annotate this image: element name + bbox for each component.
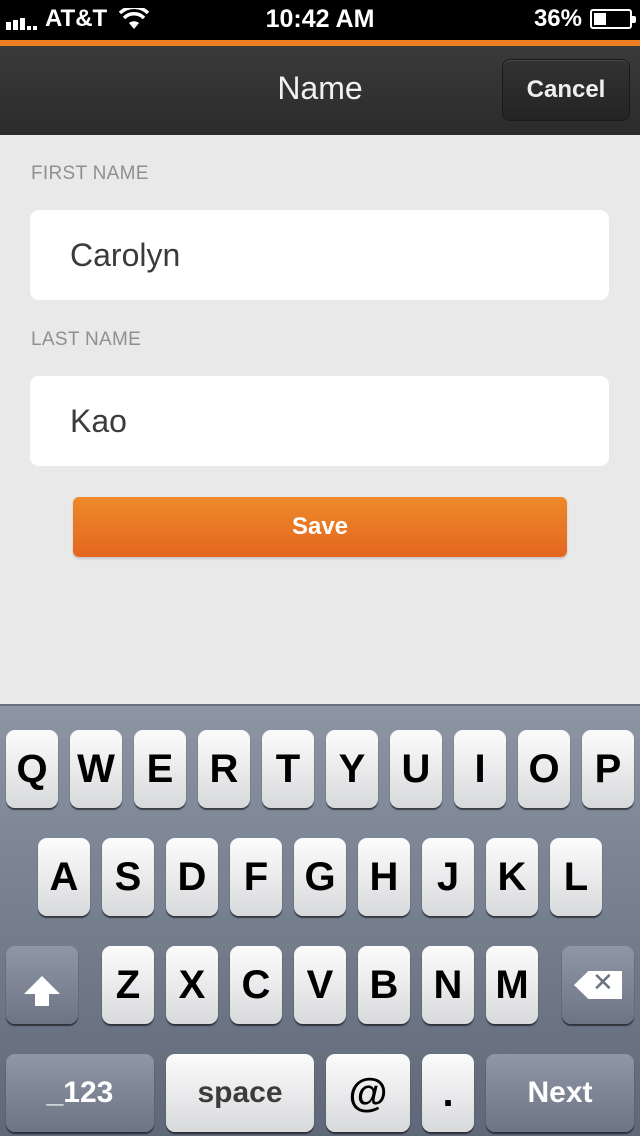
key-r[interactable]: R: [198, 730, 250, 808]
key-w[interactable]: W: [70, 730, 122, 808]
first-name-label: FIRST NAME: [31, 163, 149, 184]
key-t[interactable]: T: [262, 730, 314, 808]
key-j[interactable]: J: [422, 838, 474, 916]
key-m[interactable]: M: [486, 946, 538, 1024]
key-z[interactable]: Z: [102, 946, 154, 1024]
key-a[interactable]: A: [38, 838, 90, 916]
key-s[interactable]: S: [102, 838, 154, 916]
key-c[interactable]: C: [230, 946, 282, 1024]
battery-icon: [590, 9, 636, 29]
key-v[interactable]: V: [294, 946, 346, 1024]
last-name-label: LAST NAME: [31, 329, 142, 350]
space-key[interactable]: space: [166, 1054, 314, 1132]
key-i[interactable]: I: [454, 730, 506, 808]
status-right: 36%: [533, 5, 636, 33]
key-p[interactable]: P: [582, 730, 634, 808]
key-d[interactable]: D: [166, 838, 218, 916]
keyboard: Q W E R T Y U I O P A S D F G H J K L Z …: [0, 704, 640, 1136]
key-o[interactable]: O: [518, 730, 570, 808]
save-button[interactable]: Save: [73, 497, 567, 557]
numbers-key[interactable]: _123: [6, 1054, 154, 1132]
at-key[interactable]: @: [326, 1054, 410, 1132]
key-x[interactable]: X: [166, 946, 218, 1024]
first-name-input[interactable]: [30, 210, 609, 300]
key-k[interactable]: K: [486, 838, 538, 916]
shift-key[interactable]: [6, 946, 78, 1024]
last-name-input[interactable]: [30, 376, 609, 466]
key-g[interactable]: G: [294, 838, 346, 916]
key-y[interactable]: Y: [326, 730, 378, 808]
key-f[interactable]: F: [230, 838, 282, 916]
backspace-key[interactable]: ✕: [562, 946, 634, 1024]
nav-bar: Name Cancel: [0, 40, 640, 135]
battery-percent: 36%: [533, 5, 582, 32]
first-name-field-container: [30, 210, 609, 300]
key-h[interactable]: H: [358, 838, 410, 916]
status-bar: AT&T 10:42 AM 36%: [0, 0, 640, 40]
backspace-icon: ✕: [574, 971, 622, 999]
key-q[interactable]: Q: [6, 730, 58, 808]
shift-icon: [24, 976, 60, 1006]
key-b[interactable]: B: [358, 946, 410, 1024]
next-key[interactable]: Next: [486, 1054, 634, 1132]
battery-fill: [594, 13, 606, 25]
dot-key[interactable]: .: [422, 1054, 474, 1132]
key-e[interactable]: E: [134, 730, 186, 808]
last-name-field-container: [30, 376, 609, 466]
key-u[interactable]: U: [390, 730, 442, 808]
cancel-button[interactable]: Cancel: [502, 59, 630, 121]
key-n[interactable]: N: [422, 946, 474, 1024]
key-l[interactable]: L: [550, 838, 602, 916]
